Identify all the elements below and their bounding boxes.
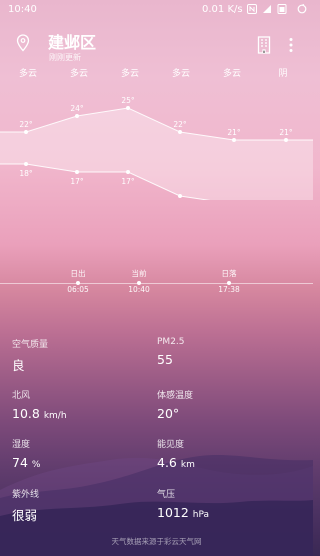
city-name[interactable]: 建邺区: [48, 29, 96, 53]
forecast-condition: 多云: [120, 69, 139, 79]
temperature-chart: 22°24°25°22°21°21°18°17°17°14°13°13°: [0, 96, 313, 200]
status-time: 10:40: [8, 4, 37, 15]
sunset-dot: [227, 281, 231, 285]
sunrise-label: 日出: [70, 269, 86, 278]
humidity-label: 湿度: [12, 440, 31, 450]
feels-like: 体感温度 20°: [157, 388, 193, 421]
air-quality-value: 良: [12, 358, 25, 373]
header: 建邺区 刚刚更新: [0, 24, 313, 64]
low-temp-point: [126, 170, 130, 174]
high-temp-label: 21°: [227, 128, 241, 137]
current-label: 当前: [131, 269, 147, 278]
signal-icon: [263, 5, 271, 13]
forecast-condition: 多云: [222, 69, 241, 79]
data-source-footer: 天气数据来源于彩云天气网: [111, 537, 202, 546]
uv-value: 很弱: [12, 508, 38, 523]
sunset-time: 17:38: [218, 285, 240, 294]
uv-index: 紫外线 很弱: [12, 487, 39, 524]
update-status: 刚刚更新: [49, 53, 81, 62]
forecast-condition: 阴: [278, 69, 288, 79]
high-temp-label: 22°: [19, 120, 33, 129]
forecast-conditions: 多云 多云 多云 多云 多云 阴: [0, 66, 313, 82]
uv-label: 紫外线: [12, 490, 40, 500]
status-bar: 10:40 0.01 K/s: [0, 0, 313, 20]
more-options-icon[interactable]: [288, 37, 294, 53]
low-temp-label: 17°: [70, 177, 84, 186]
wind: 北风 10.8 km/h: [12, 388, 67, 421]
pressure: 气压 1012 hPa: [157, 487, 209, 520]
nfc-icon: [247, 4, 257, 14]
city-list-icon[interactable]: [257, 36, 271, 54]
wind-value: 10.8: [12, 406, 40, 421]
sun-timeline-bar: [0, 283, 313, 284]
battery-icon: [277, 4, 287, 14]
sunrise-dot: [76, 281, 80, 285]
visibility-label: 能见度: [157, 440, 185, 450]
high-temp-label: 24°: [70, 104, 84, 113]
sunset-label: 日落: [221, 269, 237, 278]
high-temp-label: 25°: [121, 96, 135, 105]
sync-icon: [297, 4, 307, 14]
air-quality-label: 空气质量: [12, 340, 49, 350]
feels-like-label: 体感温度: [157, 391, 194, 401]
pressure-label: 气压: [157, 490, 176, 500]
low-temp-point: [75, 170, 79, 174]
forecast-condition: 多云: [18, 69, 37, 79]
humidity-unit: %: [31, 460, 41, 470]
current-time-dot: [137, 281, 141, 285]
forecast-condition: 多云: [69, 69, 88, 79]
low-temp-label: 17°: [121, 177, 135, 186]
low-temp-label: 18°: [19, 169, 33, 178]
feels-like-value: 20°: [157, 406, 180, 421]
visibility-value: 4.6: [157, 455, 177, 470]
wind-label: 北风: [12, 391, 31, 401]
pm25-label: PM2.5: [157, 337, 185, 347]
high-temp-point: [126, 106, 130, 110]
visibility: 能见度 4.6 km: [157, 437, 195, 470]
pressure-unit: hPa: [192, 510, 210, 520]
pressure-value: 1012: [157, 505, 189, 520]
high-temp-label: 21°: [279, 128, 293, 137]
location-pin-icon[interactable]: [16, 34, 30, 52]
high-temp-point: [284, 138, 288, 142]
wind-unit: km/h: [43, 411, 67, 421]
pm25: PM2.5 55: [157, 337, 185, 367]
humidity: 湿度 74 %: [12, 437, 40, 470]
high-temp-point: [178, 130, 182, 134]
network-speed: 0.01 K/s: [202, 4, 243, 15]
high-temp-point: [24, 130, 28, 134]
low-temp-point: [178, 194, 182, 198]
high-temp-label: 22°: [173, 120, 187, 129]
high-temp-point: [75, 114, 79, 118]
low-temp-point: [24, 162, 28, 166]
air-quality: 空气质量 良: [12, 337, 48, 374]
forecast-condition: 多云: [171, 69, 190, 79]
humidity-value: 74: [12, 455, 28, 470]
sunrise-time: 06:05: [67, 285, 89, 294]
high-temp-point: [232, 138, 236, 142]
temperature-band: [0, 108, 313, 200]
pm25-value: 55: [157, 352, 173, 367]
visibility-unit: km: [180, 460, 195, 470]
current-time-value: 10:40: [128, 285, 150, 294]
